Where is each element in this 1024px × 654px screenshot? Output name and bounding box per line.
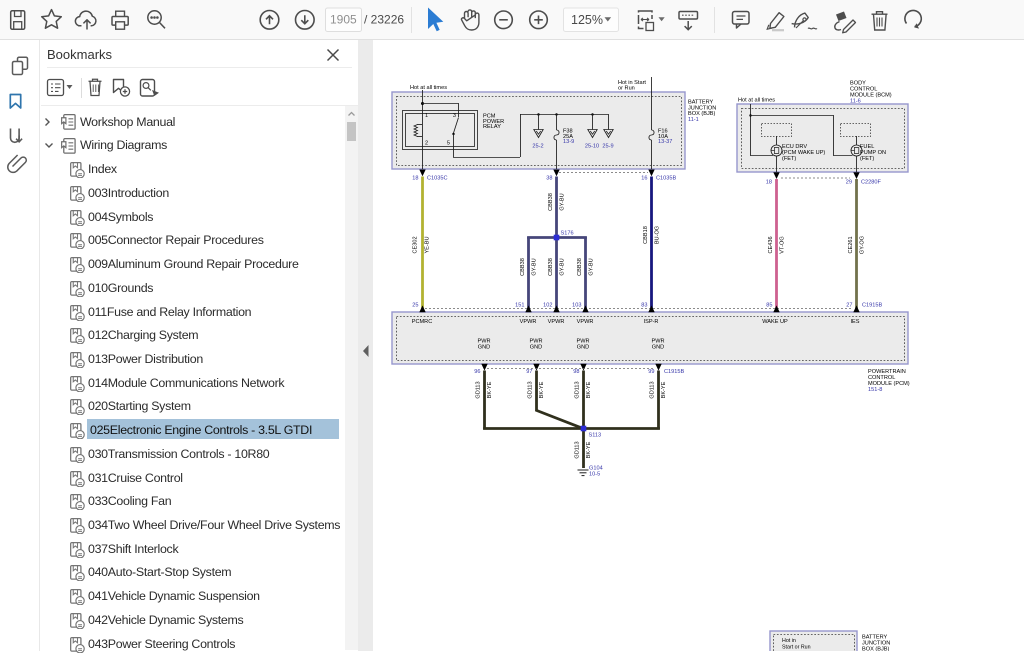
svg-text:RELAY: RELAY: [483, 124, 501, 130]
svg-text:or Run: or Run: [618, 86, 635, 92]
svg-text:18: 18: [766, 180, 772, 186]
svg-text:GD113: GD113: [528, 381, 534, 398]
svg-text:11-6: 11-6: [850, 99, 861, 105]
svg-text:BK-YE: BK-YE: [539, 381, 545, 398]
svg-text:CBB38: CBB38: [577, 258, 583, 276]
svg-text:11-1: 11-1: [688, 117, 699, 123]
svg-text:103: 103: [572, 303, 581, 309]
svg-text:GD113: GD113: [650, 381, 656, 398]
svg-text:S176: S176: [561, 231, 574, 237]
svg-text:Hot in: Hot in: [782, 638, 796, 644]
svg-text:C1035B: C1035B: [656, 176, 676, 182]
svg-text:ISP-R: ISP-R: [644, 319, 659, 325]
svg-text:GY-BU: GY-BU: [589, 258, 595, 275]
svg-text:25-10: 25-10: [585, 144, 599, 150]
svg-text:GY-BU: GY-BU: [560, 258, 566, 275]
svg-text:YE-BU: YE-BU: [425, 236, 431, 253]
svg-text:1905: 1905: [330, 13, 357, 27]
svg-text:CBB38: CBB38: [548, 258, 554, 276]
svg-text:125%: 125%: [571, 13, 603, 27]
svg-text:BK-YE: BK-YE: [586, 381, 592, 398]
svg-text:Hot at all times: Hot at all times: [738, 98, 775, 104]
svg-text:16: 16: [641, 176, 647, 182]
svg-text:Start or Run: Start or Run: [782, 645, 811, 651]
svg-text:(FET): (FET): [860, 156, 874, 162]
svg-text:BU-OG: BU-OG: [655, 226, 661, 244]
svg-text:GY-BU: GY-BU: [560, 193, 566, 210]
svg-text:CE302: CE302: [413, 236, 419, 253]
svg-text:GD113: GD113: [476, 381, 482, 398]
svg-text:25-9: 25-9: [602, 144, 613, 150]
svg-text:10-5: 10-5: [589, 471, 600, 477]
svg-text:IES: IES: [850, 319, 859, 325]
svg-text:29: 29: [846, 180, 852, 186]
svg-text:1: 1: [425, 113, 428, 119]
svg-text:GND: GND: [478, 345, 490, 351]
svg-text:C1915B: C1915B: [664, 369, 684, 375]
svg-text:CBB38: CBB38: [520, 258, 526, 276]
svg-text:GND: GND: [652, 345, 664, 351]
svg-text:83: 83: [641, 303, 647, 309]
svg-text:(FET): (FET): [782, 156, 796, 162]
svg-text:CBB38: CBB38: [548, 193, 554, 211]
svg-text:97: 97: [526, 369, 532, 375]
svg-text:3: 3: [453, 113, 456, 119]
svg-text:2: 2: [425, 141, 428, 147]
svg-text:C1035C: C1035C: [427, 176, 448, 182]
svg-text:GD113: GD113: [575, 381, 581, 398]
svg-text:5: 5: [447, 141, 450, 147]
svg-text:/ 23226: / 23226: [364, 13, 404, 27]
svg-text:VPWR: VPWR: [577, 319, 594, 325]
svg-text:C1915B: C1915B: [862, 303, 882, 309]
svg-text:25: 25: [412, 303, 418, 309]
svg-text:GD113: GD113: [575, 441, 581, 458]
svg-text:102: 102: [543, 303, 552, 309]
svg-text:99: 99: [648, 369, 654, 375]
svg-text:GND: GND: [530, 345, 542, 351]
svg-text:27: 27: [846, 303, 852, 309]
svg-text:VPWR: VPWR: [520, 319, 537, 325]
svg-text:13-9: 13-9: [563, 139, 574, 145]
svg-text:151: 151: [515, 303, 524, 309]
svg-text:96: 96: [474, 369, 480, 375]
svg-text:BK-YE: BK-YE: [586, 441, 592, 458]
svg-text:BOX (BJB): BOX (BJB): [862, 647, 889, 652]
svg-text:C2280F: C2280F: [861, 180, 881, 186]
svg-text:GY-BU: GY-BU: [532, 258, 538, 275]
svg-text:CBB18: CBB18: [643, 226, 649, 244]
svg-text:WAKE UP: WAKE UP: [762, 319, 788, 325]
svg-text:BK-YE: BK-YE: [487, 381, 493, 398]
svg-text:18: 18: [412, 176, 418, 182]
svg-text:GY-OG: GY-OG: [860, 236, 866, 254]
svg-text:25-2: 25-2: [532, 144, 543, 150]
svg-text:CE261: CE261: [848, 236, 854, 253]
svg-text:VT-OG: VT-OG: [780, 236, 786, 253]
svg-text:151-8: 151-8: [868, 387, 882, 393]
svg-text:CE436: CE436: [768, 236, 774, 253]
svg-text:BK-YE: BK-YE: [661, 381, 667, 398]
svg-text:Hot at all times: Hot at all times: [410, 85, 447, 91]
svg-text:S113: S113: [589, 433, 602, 439]
svg-text:13-37: 13-37: [658, 139, 672, 145]
svg-text:85: 85: [766, 303, 772, 309]
svg-text:GND: GND: [577, 345, 589, 351]
svg-text:98: 98: [573, 369, 579, 375]
svg-text:PCMRC: PCMRC: [412, 319, 433, 325]
svg-text:38: 38: [546, 176, 552, 182]
svg-text:VPWR: VPWR: [548, 319, 565, 325]
